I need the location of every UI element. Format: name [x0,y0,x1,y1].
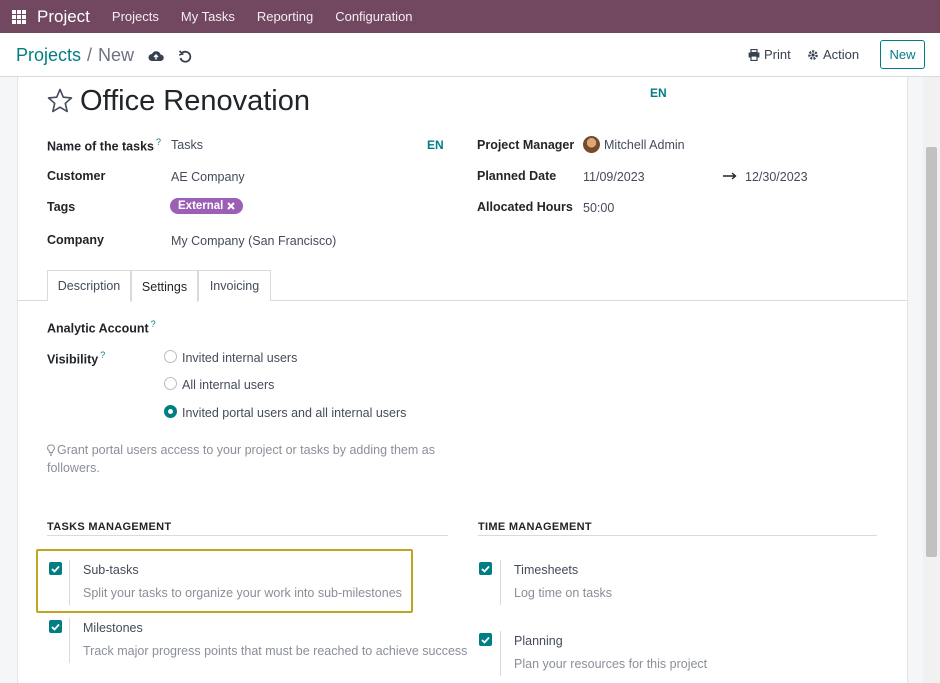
tasks-name-field[interactable]: Tasks [171,138,203,152]
timesheets-checkbox[interactable] [479,562,492,575]
print-label: Print [764,47,791,62]
project-manager-field[interactable]: Mitchell Admin [604,138,685,152]
left-gutter [0,77,17,683]
tab-invoicing[interactable]: Invoicing [198,270,271,301]
user-avatar [583,136,600,153]
nav-item-reporting[interactable]: Reporting [257,9,313,24]
subtasks-title: Sub-tasks [83,563,139,577]
new-button[interactable]: New [880,40,925,69]
control-panel: Projects / New Print Action New [0,33,940,77]
help-icon[interactable]: ? [100,350,105,360]
tasks-name-language-button[interactable]: EN [427,138,444,152]
checkmark-icon [481,636,490,644]
nav-item-projects[interactable]: Projects [112,9,159,24]
customer-field[interactable]: AE Company [171,170,245,184]
visibility-radio-invited-internal[interactable] [164,350,177,363]
tag-external[interactable]: External [170,198,244,214]
visibility-label: Visibility? [47,350,106,367]
planned-date-label: Planned Date [477,169,557,183]
timesheets-title: Timesheets [514,563,579,577]
tab-settings[interactable]: Settings [131,270,198,302]
tasks-management-divider [47,535,448,536]
setting-divider [500,631,501,676]
printer-icon [748,48,760,61]
apps-grid-icon[interactable] [12,9,26,24]
tasks-management-heading: TASKS MANAGEMENT [47,521,172,533]
tags-label: Tags [47,200,76,214]
visibility-option-invited-internal[interactable]: Invited internal users [182,351,297,365]
action-button[interactable]: Action [807,47,859,62]
setting-divider [69,618,70,663]
discard-undo-icon[interactable] [178,49,192,63]
app-brand[interactable]: Project [37,7,90,27]
breadcrumb-separator: / [87,45,93,65]
planning-checkbox[interactable] [479,633,492,646]
tag-remove-icon[interactable] [227,202,236,210]
checkmark-icon [51,623,60,631]
tag-label: External [178,200,224,212]
favorite-star-icon[interactable] [46,87,74,115]
nav-item-my-tasks[interactable]: My Tasks [181,9,235,24]
help-icon[interactable]: ? [151,319,156,329]
lightbulb-icon [47,444,55,456]
scrollbar-thumb[interactable] [926,147,937,557]
timesheets-description: Log time on tasks [514,586,612,600]
company-label: Company [47,233,104,247]
tasks-name-label: Name of the tasks? [47,137,161,154]
highlight-box [36,549,413,613]
arrow-right-icon [723,172,737,180]
milestones-checkbox[interactable] [49,620,62,633]
milestones-title: Milestones [83,621,143,635]
subtasks-checkbox[interactable] [49,562,62,575]
top-navbar: Project Projects My Tasks Reporting Conf… [0,0,940,33]
visibility-radio-all-internal[interactable] [164,377,177,390]
visibility-radio-portal-and-internal[interactable] [164,405,177,418]
subtasks-description: Split your tasks to organize your work i… [83,586,402,600]
breadcrumb-current: New [98,45,135,65]
planning-title: Planning [514,634,563,648]
analytic-account-label: Analytic Account? [47,319,156,336]
vertical-scrollbar[interactable] [923,77,940,683]
help-icon[interactable]: ? [156,137,161,147]
planned-start-date-field[interactable]: 11/09/2023 [583,170,645,184]
time-management-heading: TIME MANAGEMENT [478,521,592,533]
title-language-button[interactable]: EN [650,86,667,100]
setting-divider [69,560,70,605]
breadcrumb-projects-link[interactable]: Projects [16,45,81,66]
visibility-option-portal-and-internal[interactable]: Invited portal users and all internal us… [182,406,406,420]
action-label: Action [823,47,860,62]
checkmark-icon [51,565,60,573]
allocated-hours-field[interactable]: 50:00 [583,201,614,215]
tab-description[interactable]: Description [47,270,131,301]
allocated-hours-label: Allocated Hours [477,200,573,214]
visibility-hint-line2: followers. [47,461,100,475]
visibility-hint-line1: Grant portal users access to your projec… [57,443,435,457]
visibility-option-all-internal[interactable]: All internal users [182,378,274,392]
customer-label: Customer [47,169,106,183]
print-button[interactable]: Print [748,47,791,62]
time-management-divider [478,535,877,536]
company-field[interactable]: My Company (San Francisco) [171,234,336,248]
milestones-description: Track major progress points that must be… [83,644,468,658]
right-gutter [908,77,923,683]
project-manager-label: Project Manager [477,138,575,152]
gear-icon [808,49,818,60]
save-cloud-icon[interactable] [148,49,164,63]
project-title-input[interactable]: Office Renovation [80,85,310,118]
planned-end-date-field[interactable]: 12/30/2023 [745,170,808,184]
setting-divider [500,560,501,605]
breadcrumb: Projects / New [16,45,192,66]
checkmark-icon [481,565,490,573]
nav-item-configuration[interactable]: Configuration [335,9,412,24]
planning-description: Plan your resources for this project [514,657,708,671]
